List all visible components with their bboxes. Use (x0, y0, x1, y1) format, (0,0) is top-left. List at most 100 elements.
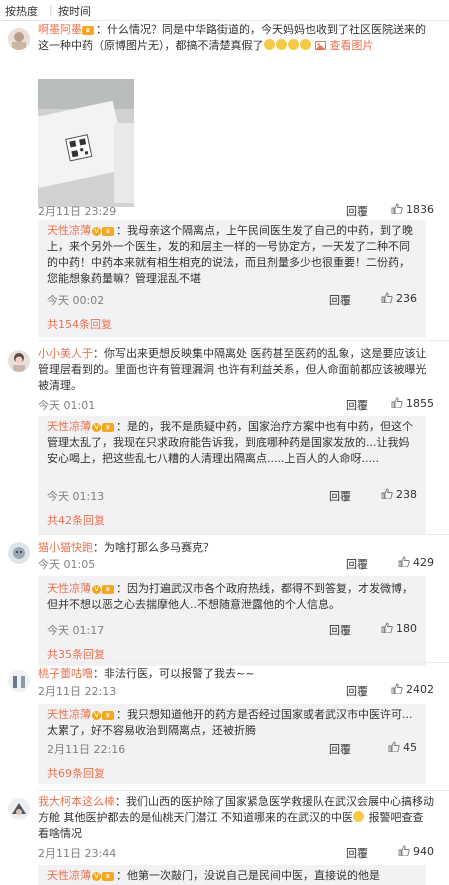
comment-meta: 今天 01:05 回覆 429 (38, 556, 434, 572)
image-icon (315, 41, 326, 50)
like-button[interactable]: 940 (398, 845, 434, 858)
vip-icon: ♛ (102, 422, 114, 432)
verified-icon: V (92, 422, 101, 432)
comment-text: 小小美人于：你写出来更想反映集中隔离处 医药甚至医药的乱象，这是要应该让管理层看… (38, 347, 427, 392)
username-link[interactable]: 小小美人于 (38, 347, 93, 360)
verified-icon: V (92, 710, 101, 720)
sub-reply-text: 天性凉薄 V ♛ ：他第一次敲门，没说自己是民间中医，直接说的他是 (47, 869, 380, 882)
verified-icon: V (92, 871, 101, 881)
emoji-icon (299, 39, 311, 50)
username-link[interactable]: 天性凉薄 (47, 582, 91, 595)
divider (38, 662, 449, 663)
sub-reply-meta: 今天 01:13 回覆 238 (47, 488, 417, 504)
username-link[interactable]: 桃子蕾咕噜 (38, 667, 93, 680)
reply-button[interactable]: 回覆 (346, 203, 368, 219)
like-button[interactable]: 180 (381, 622, 417, 635)
sub-reply-meta: 今天 01:17 回覆 180 (47, 622, 417, 638)
comment-time: 2月11日 23:29 (38, 205, 117, 218)
username-link[interactable]: 猫小猫快跑 (38, 541, 93, 554)
sub-reply-meta: 2月11日 22:16 回覆 45 (47, 741, 417, 757)
thumbs-up-icon (398, 556, 410, 567)
sort-by-time-tab[interactable]: 按时间 (58, 3, 91, 19)
like-button[interactable]: 2402 (391, 683, 434, 696)
thumbs-up-icon (388, 741, 400, 752)
reply-button[interactable]: 回覆 (346, 845, 368, 861)
reply-button[interactable]: 回覆 (346, 397, 368, 413)
comment-text: 啊墨阿墨 ♛ ：什么情况？同是中华路街道的，今天妈妈也收到了社区医院送来的这一种中药… (38, 23, 426, 52)
sub-reply-box: 天性凉薄 V ♛ ：我母亲这个隔离点，上午民间医生发了自己的中药，到了晚上，来个另外一… (38, 220, 426, 338)
reply-button[interactable]: 回覆 (329, 741, 351, 757)
avatar[interactable] (8, 542, 30, 564)
sub-reply-text: 天性凉薄 V ♛ ：我只想知道他开的药方是否经过国家或者武汉市中医许可...太累了，好… (47, 708, 413, 737)
vip-icon: ♛ (102, 871, 114, 881)
comment-time: 今天 00:02 (47, 294, 105, 307)
vip-icon: ♛ (82, 25, 94, 35)
sort-separator: | (49, 3, 53, 16)
reply-button[interactable]: 回覆 (329, 292, 351, 308)
reply-button[interactable]: 回覆 (346, 556, 368, 572)
thumbs-up-icon (391, 203, 403, 214)
comment-meta: 2月11日 22:13 回覆 2402 (38, 683, 434, 699)
thumbs-up-icon (391, 397, 403, 408)
sub-reply-text: 天性凉薄 V ♛ ：是的，我不是质疑中药，国家治疗方案中也有中药，但这个管理太乱了，我… (47, 420, 413, 465)
view-image-link[interactable]: 查看图片 (315, 39, 374, 52)
sub-reply-text: 天性凉薄 V ♛ ：因为打遍武汉市各个政府热线，都得不到答复，才发微博，但并不想以恶之… (47, 582, 413, 611)
thumbs-up-icon (381, 488, 393, 499)
sub-reply-box: 天性凉薄 V ♛ ：是的，我不是质疑中药，国家治疗方案中也有中药，但这个管理太乱了，我… (38, 416, 426, 534)
divider (38, 790, 449, 791)
avatar[interactable] (8, 28, 30, 50)
username-link[interactable]: 啊墨阿墨 (38, 23, 82, 36)
emoji-icon (263, 39, 275, 50)
sub-reply-box: 天性凉薄 V ♛ ：我只想知道他开的药方是否经过国家或者武汉市中医许可...太累了，好… (38, 704, 426, 784)
sub-reply-box: 天性凉薄 V ♛ ：他第一次敲门，没说自己是民间中医，直接说的他是 (38, 865, 426, 885)
more-replies-link[interactable]: 共35条回复 (47, 646, 105, 662)
divider (38, 534, 449, 535)
avatar[interactable] (8, 798, 30, 820)
verified-icon: V (92, 226, 101, 236)
comment-time: 2月11日 22:16 (47, 743, 126, 756)
like-button[interactable]: 429 (398, 556, 434, 569)
comment-photo[interactable] (38, 79, 134, 207)
sub-reply-text: 天性凉薄 V ♛ ：我母亲这个隔离点，上午民间医生发了自己的中药，到了晚上，来个另外一… (47, 224, 413, 285)
more-replies-link[interactable]: 共42条回复 (47, 512, 105, 528)
like-button[interactable]: 1855 (391, 397, 434, 410)
avatar[interactable] (8, 670, 30, 692)
like-button[interactable]: 236 (381, 292, 417, 305)
comment-meta: 今天 01:01 回覆 1855 (38, 397, 434, 413)
more-replies-link[interactable]: 共69条回复 (47, 765, 105, 781)
comment-text: 我大柯本这么棒：我们山西的医护除了国家紧急医学救援队在武汉会展中心搞移动方舱 其… (38, 795, 434, 840)
thumbs-up-icon (391, 683, 403, 694)
reply-button[interactable]: 回覆 (329, 622, 351, 638)
reply-button[interactable]: 回覆 (329, 488, 351, 504)
emoji-icon (287, 39, 299, 50)
comment-time: 今天 01:05 (38, 558, 96, 571)
sort-bar: 按热度 | 按时间 (0, 0, 449, 21)
thumbs-up-icon (381, 292, 393, 303)
vip-icon: ♛ (102, 584, 114, 594)
reply-button[interactable]: 回覆 (346, 683, 368, 699)
verified-icon: V (92, 584, 101, 594)
username-link[interactable]: 天性凉薄 (47, 224, 91, 237)
vip-icon: ♛ (102, 710, 114, 720)
sub-reply-box: 天性凉薄 V ♛ ：因为打遍武汉市各个政府热线，都得不到答复，才发微博，但并不想以恶之… (38, 576, 426, 666)
comment-time: 今天 01:13 (47, 490, 105, 503)
divider (38, 340, 449, 341)
like-button[interactable]: 45 (388, 741, 417, 754)
vip-icon: ♛ (102, 226, 114, 236)
comment-text: 桃子蕾咕噜：非法行医，可以报警了我去~~ (38, 667, 255, 680)
comment-text: 猫小猫快跑：为啥打那么多马赛克？ (38, 541, 214, 554)
username-link[interactable]: 天性凉薄 (47, 420, 91, 433)
sort-by-hot-tab[interactable]: 按热度 (5, 3, 38, 19)
comment-meta: 2月11日 23:44 回覆 940 (38, 845, 434, 861)
username-link[interactable]: 我大柯本这么棒 (38, 795, 115, 808)
avatar[interactable] (8, 350, 30, 372)
more-replies-link[interactable]: 共154条回复 (47, 316, 112, 332)
username-link[interactable]: 天性凉薄 (47, 708, 91, 721)
thumbs-up-icon (398, 845, 410, 856)
thumbs-up-icon (381, 622, 393, 633)
comment-time: 2月11日 23:44 (38, 847, 117, 860)
like-button[interactable]: 1836 (391, 203, 434, 216)
emoji-icon (275, 39, 287, 50)
username-link[interactable]: 天性凉薄 (47, 869, 91, 882)
like-button[interactable]: 238 (381, 488, 417, 501)
